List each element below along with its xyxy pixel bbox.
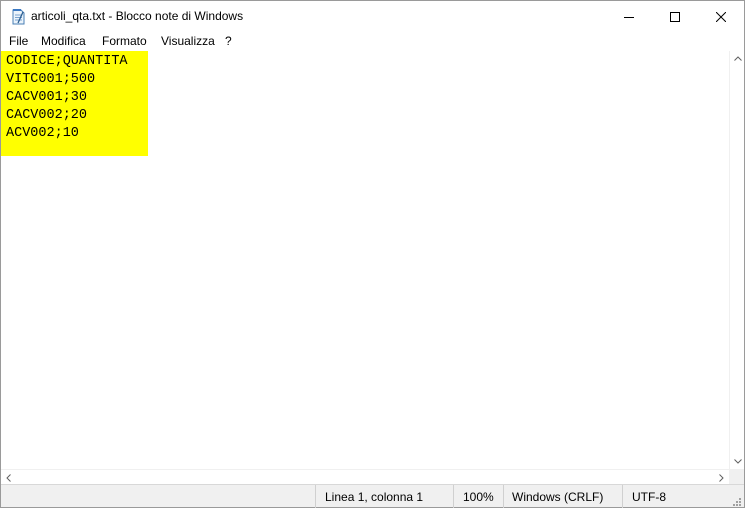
text-line: VITC001;500 <box>6 72 96 87</box>
menu-formato[interactable]: Formato <box>102 34 147 48</box>
horizontal-scrollbar[interactable] <box>1 469 729 484</box>
menu-bar: File Modifica Formato Visualizza ? <box>1 32 744 51</box>
maximize-button[interactable] <box>652 1 698 32</box>
notepad-icon <box>10 8 26 25</box>
status-line-ending-segment: Windows (CRLF) <box>503 485 622 508</box>
scroll-down-icon[interactable] <box>730 454 745 469</box>
vertical-scrollbar[interactable] <box>729 51 744 469</box>
close-button[interactable] <box>698 1 744 32</box>
text-editor[interactable]: CODICE;QUANTITA VITC001;500 CACV001;30 C… <box>1 51 729 469</box>
minimize-button[interactable] <box>606 1 652 32</box>
text-line: CACV001;30 <box>6 90 88 105</box>
resize-grip-icon[interactable] <box>730 494 742 506</box>
text-line: CACV002;20 <box>6 108 88 123</box>
menu-visualizza[interactable]: Visualizza <box>161 34 215 48</box>
status-zoom-segment: 100% <box>453 485 503 508</box>
status-position-segment: Linea 1, colonna 1 <box>315 485 453 508</box>
minimize-icon <box>624 16 634 18</box>
status-zoom: 100% <box>463 490 494 504</box>
close-icon <box>716 11 726 22</box>
scroll-left-icon[interactable] <box>1 470 16 485</box>
window-title: articoli_qta.txt - Blocco note di Window… <box>31 9 244 23</box>
scroll-up-icon[interactable] <box>730 51 745 66</box>
status-encoding-segment: UTF-8 <box>622 485 728 508</box>
scroll-right-icon[interactable] <box>714 470 729 485</box>
text-line: CODICE;QUANTITA <box>6 54 128 69</box>
maximize-icon <box>670 11 680 22</box>
menu-help[interactable]: ? <box>225 34 232 48</box>
status-bar: Linea 1, colonna 1 100% Windows (CRLF) U… <box>1 484 744 508</box>
status-position: Linea 1, colonna 1 <box>325 490 424 504</box>
menu-modifica[interactable]: Modifica <box>41 34 86 48</box>
status-line-ending: Windows (CRLF) <box>512 490 604 504</box>
scrollbar-corner <box>729 469 744 484</box>
text-line: ACV002;10 <box>6 126 79 141</box>
title-bar[interactable]: articoli_qta.txt - Blocco note di Window… <box>1 1 744 32</box>
notepad-window: articoli_qta.txt - Blocco note di Window… <box>0 0 745 508</box>
menu-file[interactable]: File <box>9 34 28 48</box>
status-encoding: UTF-8 <box>632 490 666 504</box>
